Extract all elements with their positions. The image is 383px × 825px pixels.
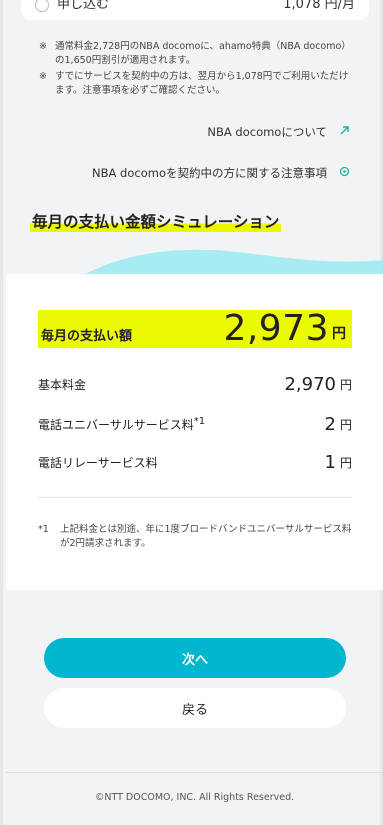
fee-label: 電話リレーサービス料 — [38, 456, 158, 470]
notes: ※ 通常料金2,728円のNBA docomoに、ahamo特典（NBA doc… — [39, 40, 351, 100]
nba-about-link[interactable]: NBA docomoについて — [207, 124, 350, 140]
simulation-title: 毎月の支払い金額シミュレーション — [30, 210, 282, 232]
nba-notice-link[interactable]: NBA docomoを契約中の方に関する注意事項 — [92, 165, 350, 181]
fee-row-universal: 電話ユニバーサルサービス料*1 2 円 — [38, 414, 352, 435]
fee-label-text: 電話ユニバーサルサービス料 — [38, 418, 194, 432]
wave-decoration — [81, 249, 383, 276]
fee-row-basic: 基本料金 2,970 円 — [38, 374, 352, 395]
fee-amount: 2 — [324, 414, 336, 435]
fee-yen: 円 — [339, 456, 352, 470]
note-mark: ※ — [39, 71, 47, 82]
back-button[interactable]: 戻る — [44, 688, 346, 728]
monthly-total: 毎月の支払い額 2,973 円 — [38, 310, 352, 348]
page: 申し込む 1,078 円/月 ※ 通常料金2,728円のNBA docomoに、… — [0, 0, 383, 825]
option-label: 申し込む — [57, 0, 110, 12]
fee-yen: 円 — [339, 378, 352, 392]
footnote-text: 上記料金とは別途、年に1度ブロードバンドユニバーサルサービス料が2円請求されます… — [60, 524, 352, 549]
fee-label: 電話ユニバーサルサービス料*1 — [38, 416, 325, 435]
fee-amount: 2,970 — [284, 374, 336, 395]
monthly-total-label: 毎月の支払い額 — [41, 329, 133, 344]
footnote-mark: *1 — [38, 524, 49, 535]
option-price: 1,078 円/月 — [283, 0, 355, 12]
circle-link-icon — [339, 166, 350, 180]
copyright: ©NTT DOCOMO, INC. All Rights Reserved. — [94, 792, 295, 803]
nba-about-link-label: NBA docomoについて — [207, 125, 327, 139]
radio-button[interactable] — [35, 0, 49, 12]
fee-yen: 円 — [339, 418, 352, 432]
note-item: ※ 通常料金2,728円のNBA docomoに、ahamo特典（NBA doc… — [39, 40, 351, 68]
note-item: ※ すでにサービスを契約中の方は、翌月から1,078円でご利用いただけます。注意… — [39, 70, 351, 98]
fee-label-sup: *1 — [193, 416, 206, 427]
footnote: *1 上記料金とは別途、年に1度ブロードバンドユニバーサルサービス料が2円請求さ… — [38, 523, 354, 551]
note-text: 通常料金2,728円のNBA docomoに、ahamo特典（NBA docom… — [55, 41, 351, 66]
external-arrow-icon — [339, 125, 350, 139]
footer-divider — [6, 772, 383, 773]
monthly-total-yen: 円 — [332, 326, 346, 342]
note-mark: ※ — [39, 41, 47, 52]
note-text: すでにサービスを契約中の方は、翌月から1,078円でご利用いただけます。注意事項… — [55, 71, 349, 96]
nba-notice-link-label: NBA docomoを契約中の方に関する注意事項 — [92, 166, 327, 180]
fee-label: 基本料金 — [38, 378, 87, 392]
simulation-result-panel: 毎月の支払い額 2,973 円 基本料金 2,970 円 電話ユニバーサルサービ… — [6, 274, 383, 590]
monthly-total-amount: 2,973 — [223, 308, 329, 349]
next-button[interactable]: 次へ — [44, 638, 346, 678]
divider — [38, 497, 352, 498]
plan-option-card[interactable]: 申し込む 1,078 円/月 — [21, 0, 369, 20]
fee-row-relay: 電話リレーサービス料 1 円 — [38, 452, 352, 473]
fee-amount: 1 — [324, 452, 336, 473]
